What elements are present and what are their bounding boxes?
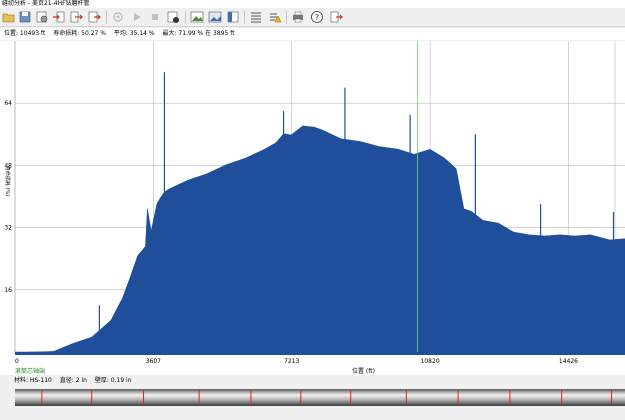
y-tick-label: 64 bbox=[4, 100, 12, 107]
play-icon[interactable] bbox=[130, 10, 144, 24]
average-readout: 平均: 35.14 % bbox=[113, 30, 155, 37]
position-readout: 位置: 10493 ft bbox=[4, 30, 46, 37]
x-tick-label: 14426 bbox=[559, 358, 578, 365]
import-icon[interactable] bbox=[52, 10, 66, 24]
print-icon[interactable] bbox=[291, 10, 305, 24]
report-icon[interactable] bbox=[166, 10, 180, 24]
export-icon[interactable] bbox=[69, 10, 83, 24]
reel-end-link[interactable]: 滚筒芯轴端 bbox=[15, 366, 45, 375]
y-tick-label: 16 bbox=[4, 287, 12, 294]
picture-icon[interactable] bbox=[208, 10, 222, 24]
window-title: 缝纫分析 - 美页21-4HF钻磨杆管 bbox=[0, 0, 625, 8]
settings-icon[interactable] bbox=[35, 10, 49, 24]
material-diameter: 直径: 2 in bbox=[59, 377, 87, 384]
x-axis-title: 位置 (ft) bbox=[352, 368, 375, 375]
open-icon[interactable] bbox=[2, 10, 16, 24]
export-report-icon[interactable] bbox=[87, 10, 101, 24]
pipe-strip[interactable] bbox=[15, 389, 625, 406]
toolbar: ? bbox=[0, 8, 625, 27]
fatigue-chart[interactable]: 163248640 3607 7213 10820 14426寿命损耗 (%) bbox=[0, 41, 625, 375]
material-info: 材料: HS-110 直径: 2 in 壁厚: 0.19 in bbox=[0, 376, 625, 386]
svg-text:?: ? bbox=[315, 13, 319, 22]
series-area bbox=[14, 125, 625, 353]
save-icon[interactable] bbox=[18, 10, 32, 24]
baseline-bar bbox=[15, 352, 625, 355]
material-wall: 壁厚: 0.19 in bbox=[94, 377, 132, 384]
image-icon[interactable] bbox=[190, 10, 204, 24]
exit-icon[interactable] bbox=[329, 10, 343, 24]
warning-icon[interactable] bbox=[268, 10, 282, 24]
list-icon[interactable] bbox=[249, 10, 263, 24]
stop-icon[interactable] bbox=[148, 10, 162, 24]
chart-area[interactable]: 16 32 48 64 0 3607 7213 10820 14426 寿命损耗 (%) bbox=[0, 41, 625, 375]
gear-disabled-icon[interactable] bbox=[111, 10, 125, 24]
layout-icon[interactable] bbox=[226, 10, 240, 24]
x-tick-label: 0 bbox=[15, 358, 19, 365]
x-tick-label: 10820 bbox=[421, 358, 440, 365]
material-grade: 材料: HS-110 bbox=[14, 377, 52, 384]
pipe-body bbox=[15, 389, 625, 406]
max-readout: 最大: 71.99 % 在 3895 ft bbox=[162, 30, 235, 37]
y-tick-label: 32 bbox=[4, 225, 12, 232]
bottom-bar bbox=[0, 408, 625, 420]
x-tick-label: 7213 bbox=[284, 358, 299, 365]
help-icon[interactable]: ? bbox=[310, 10, 324, 24]
x-tick-label: 3607 bbox=[146, 358, 161, 365]
y-axis-title: 寿命损耗 (%) bbox=[4, 166, 11, 196]
life-loss-readout: 寿命损耗: 50.27 % bbox=[53, 30, 106, 37]
status-line: 位置: 10493 ft 寿命损耗: 50.27 % 平均: 35.14 % 最… bbox=[0, 28, 625, 40]
